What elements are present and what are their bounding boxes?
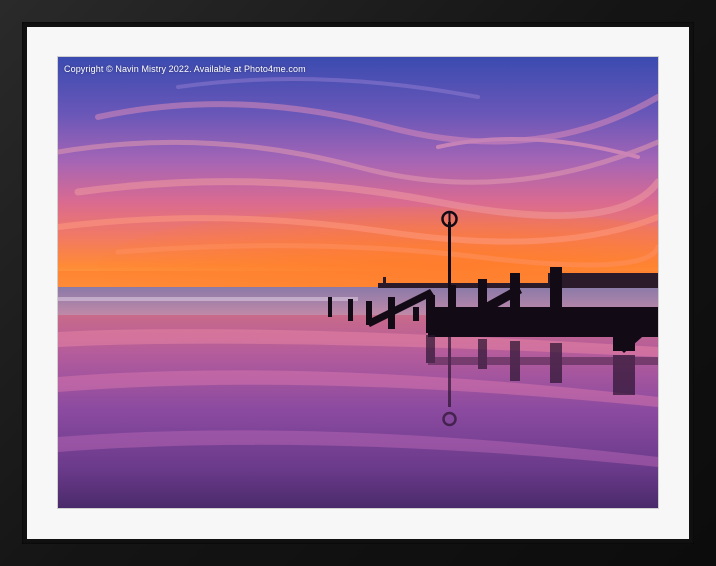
copyright-watermark: Copyright © Navin Mistry 2022. Available…: [64, 64, 306, 74]
photo-artwork: [58, 57, 658, 508]
sunset-beach-photo: Copyright © Navin Mistry 2022. Available…: [58, 57, 658, 508]
sea-foam: [58, 297, 358, 301]
picture-frame: Copyright © Navin Mistry 2022. Available…: [0, 0, 716, 566]
